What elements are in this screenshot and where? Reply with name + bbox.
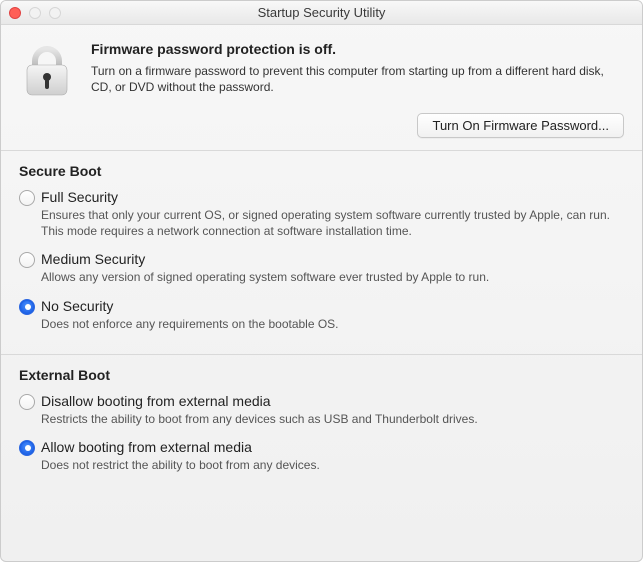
option-desc: Allows any version of signed operating s… bbox=[41, 269, 624, 285]
firmware-body: Turn on a firmware password to prevent t… bbox=[91, 63, 624, 95]
minimize-icon bbox=[29, 7, 41, 19]
radio-icon[interactable] bbox=[19, 252, 35, 268]
option-title: Allow booting from external media bbox=[41, 439, 624, 455]
secure-boot-option-none[interactable]: No Security Does not enforce any require… bbox=[19, 298, 624, 332]
secure-boot-heading: Secure Boot bbox=[19, 163, 624, 179]
external-boot-option-disallow[interactable]: Disallow booting from external media Res… bbox=[19, 393, 624, 427]
radio-icon[interactable] bbox=[19, 394, 35, 410]
turn-on-firmware-password-button[interactable]: Turn On Firmware Password... bbox=[417, 113, 624, 138]
zoom-icon bbox=[49, 7, 61, 19]
firmware-section: Firmware password protection is off. Tur… bbox=[1, 25, 642, 113]
option-title: No Security bbox=[41, 298, 624, 314]
close-icon[interactable] bbox=[9, 7, 21, 19]
option-desc: Does not enforce any requirements on the… bbox=[41, 316, 624, 332]
titlebar: Startup Security Utility bbox=[1, 1, 642, 25]
radio-icon[interactable] bbox=[19, 440, 35, 456]
external-boot-heading: External Boot bbox=[19, 367, 624, 383]
secure-boot-option-medium[interactable]: Medium Security Allows any version of si… bbox=[19, 251, 624, 285]
radio-icon[interactable] bbox=[19, 190, 35, 206]
window-title: Startup Security Utility bbox=[1, 5, 642, 20]
option-desc: Does not restrict the ability to boot fr… bbox=[41, 457, 624, 473]
option-title: Full Security bbox=[41, 189, 624, 205]
option-title: Medium Security bbox=[41, 251, 624, 267]
secure-boot-section: Secure Boot Full Security Ensures that o… bbox=[1, 151, 642, 354]
secure-boot-option-full[interactable]: Full Security Ensures that only your cur… bbox=[19, 189, 624, 239]
firmware-button-row: Turn On Firmware Password... bbox=[1, 113, 642, 150]
firmware-text: Firmware password protection is off. Tur… bbox=[91, 41, 624, 99]
option-desc: Restricts the ability to boot from any d… bbox=[41, 411, 624, 427]
external-boot-section: External Boot Disallow booting from exte… bbox=[1, 355, 642, 495]
window: Startup Security Utility bbox=[0, 0, 643, 562]
traffic-lights bbox=[9, 7, 61, 19]
option-desc: Ensures that only your current OS, or si… bbox=[41, 207, 624, 239]
option-title: Disallow booting from external media bbox=[41, 393, 624, 409]
radio-icon[interactable] bbox=[19, 299, 35, 315]
external-boot-option-allow[interactable]: Allow booting from external media Does n… bbox=[19, 439, 624, 473]
firmware-heading: Firmware password protection is off. bbox=[91, 41, 624, 57]
lock-icon bbox=[19, 41, 75, 99]
content: Firmware password protection is off. Tur… bbox=[1, 25, 642, 503]
